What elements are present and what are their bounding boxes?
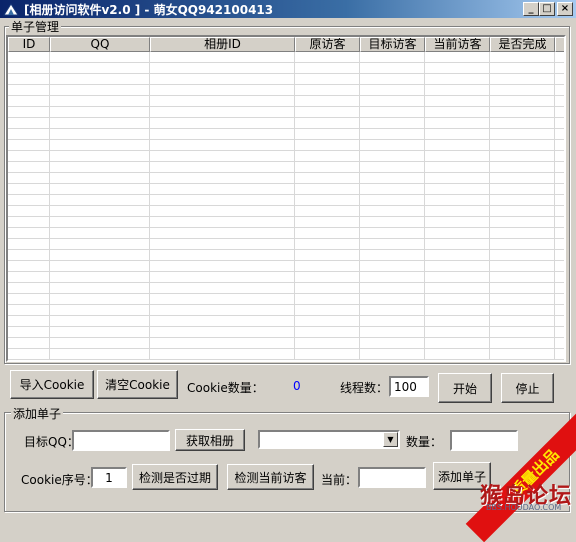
column-header-id[interactable]: ID: [8, 37, 50, 52]
cookie-index-input[interactable]: [91, 467, 127, 488]
quantity-label: 数量：: [406, 435, 443, 449]
grid-line: [554, 52, 555, 360]
get-album-button[interactable]: 获取相册: [175, 429, 245, 451]
column-header-filler: [555, 37, 564, 52]
check-visitors-button[interactable]: 检测当前访客: [227, 464, 314, 490]
app-icon: [3, 3, 19, 16]
column-header-completed[interactable]: 是否完成: [490, 37, 555, 52]
target-qq-input[interactable]: [72, 430, 170, 451]
grid-line: [149, 52, 150, 360]
minimize-button[interactable]: _: [523, 2, 539, 16]
window-title: [相册访问软件v2.0 ] - 萌女QQ942100413: [24, 3, 274, 17]
import-cookie-button[interactable]: 导入Cookie: [10, 370, 94, 399]
column-header-original-visitors[interactable]: 原访客: [295, 37, 360, 52]
threads-label: 线程数：: [340, 381, 389, 395]
cookie-count-label: Cookie数量：: [187, 381, 264, 395]
table-body: [8, 52, 564, 360]
current-label: 当前：: [321, 473, 358, 487]
target-qq-label: 目标QQ：: [24, 435, 79, 449]
column-header-qq[interactable]: QQ: [50, 37, 150, 52]
threads-input[interactable]: [389, 376, 429, 397]
column-header-album-id[interactable]: 相册ID: [150, 37, 295, 52]
quantity-input[interactable]: [450, 430, 518, 451]
cookie-count-value: 0: [293, 379, 301, 393]
current-input[interactable]: [358, 467, 426, 488]
cookie-index-label: Cookie序号：: [21, 473, 98, 487]
grid-line: [489, 52, 490, 360]
close-button[interactable]: ×: [557, 2, 573, 16]
maximize-button[interactable]: □: [539, 2, 555, 16]
column-header-current-visitors[interactable]: 当前访客: [425, 37, 490, 52]
grid-line: [424, 52, 425, 360]
title-bar: [相册访问软件v2.0 ] - 萌女QQ942100413 _ □ ×: [0, 0, 576, 18]
grid-line: [294, 52, 295, 360]
watermark-url: BBS.HOUDAO.COM: [486, 503, 562, 512]
grid-line: [49, 52, 50, 360]
chevron-down-icon[interactable]: ▼: [383, 432, 398, 447]
clear-cookie-button[interactable]: 清空Cookie: [97, 370, 178, 399]
stop-button[interactable]: 停止: [501, 373, 554, 403]
column-header-target-visitors[interactable]: 目标访客: [360, 37, 425, 52]
add-order-group-label: 添加单子: [11, 405, 64, 422]
start-button[interactable]: 开始: [438, 373, 492, 403]
album-select[interactable]: ▼: [258, 430, 400, 449]
check-expired-button[interactable]: 检测是否过期: [132, 464, 218, 490]
table-header: ID QQ 相册ID 原访客 目标访客 当前访客 是否完成: [8, 37, 564, 52]
orders-group-label: 单子管理: [9, 18, 62, 35]
grid-line: [359, 52, 360, 360]
orders-table[interactable]: ID QQ 相册ID 原访客 目标访客 当前访客 是否完成: [6, 35, 566, 362]
